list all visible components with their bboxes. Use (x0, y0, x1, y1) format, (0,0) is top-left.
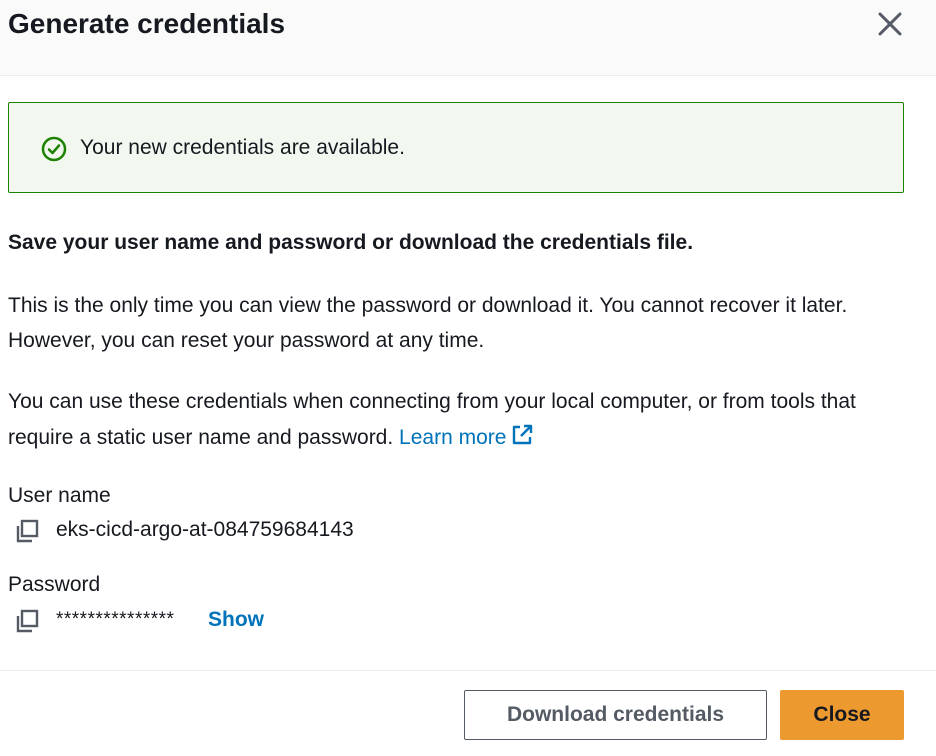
download-credentials-button[interactable]: Download credentials (464, 690, 767, 740)
modal-header: Generate credentials (0, 0, 936, 76)
modal-title: Generate credentials (8, 8, 286, 39)
password-value: *************** (56, 609, 175, 630)
check-circle-icon (41, 136, 67, 162)
copy-icon[interactable] (14, 518, 40, 544)
password-label: Password (8, 573, 101, 596)
instructions-heading: Save your user name and password or down… (8, 231, 694, 254)
username-value: eks-cicd-argo-at-084759684143 (56, 518, 354, 541)
footer-divider (0, 670, 936, 671)
show-password-link[interactable]: Show (208, 605, 264, 635)
external-link-icon (510, 423, 534, 447)
warning-paragraph: This is the only time you can view the p… (8, 294, 848, 352)
usage-paragraph: You can use these credentials when conne… (8, 384, 918, 456)
learn-more-link[interactable]: Learn more (399, 423, 534, 449)
success-alert: Your new credentials are available. (8, 102, 904, 193)
alert-message: Your new credentials are available. (80, 136, 405, 159)
generate-credentials-modal: Generate credentials Your new credential… (0, 0, 936, 756)
copy-icon[interactable] (14, 608, 40, 634)
close-icon[interactable] (874, 8, 906, 40)
username-label: User name (8, 484, 111, 507)
learn-more-label: Learn more (399, 426, 507, 449)
close-button[interactable]: Close (780, 690, 904, 740)
